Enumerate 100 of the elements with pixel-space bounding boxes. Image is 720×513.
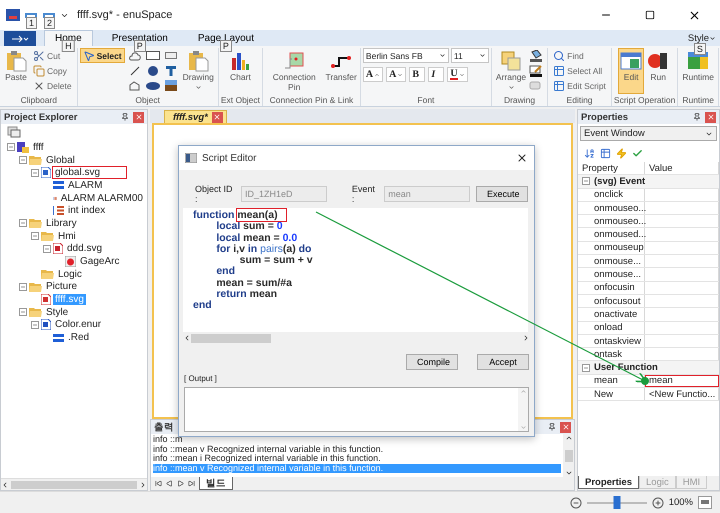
scroll-right-icon[interactable] [139, 480, 147, 488]
tree-item[interactable]: GageArc [78, 256, 122, 268]
style-menu[interactable]: Style [688, 33, 709, 44]
accept-button[interactable]: Accept [477, 354, 529, 370]
polygon-icon[interactable] [129, 80, 140, 90]
grid-icon[interactable] [600, 148, 611, 159]
collapse-toggle[interactable] [19, 219, 27, 228]
scroll-left-icon[interactable] [1, 480, 9, 488]
property-value[interactable]: <New Functio... [645, 388, 719, 400]
tree-item[interactable]: Hmi [56, 230, 78, 242]
scroll-right-icon[interactable] [522, 334, 530, 342]
ribbon-button[interactable]: Paste [3, 48, 29, 94]
format-button[interactable]: A [362, 67, 384, 82]
event-dropdown[interactable]: Event Window [580, 126, 717, 141]
collapse-toggle[interactable] [31, 232, 39, 240]
tree-item[interactable]: int index [66, 205, 108, 216]
first-icon[interactable] [155, 480, 162, 487]
tree-item[interactable]: Picture [44, 281, 80, 292]
app-menu-button[interactable] [4, 31, 36, 46]
collapse-toggle[interactable] [582, 177, 590, 186]
scrollbar-thumb[interactable] [191, 334, 271, 342]
scroll-down-icon[interactable] [564, 469, 572, 477]
last-icon[interactable] [188, 480, 195, 487]
cloud-shape-icon[interactable] [128, 50, 141, 60]
font-size-field[interactable]: 11 [450, 48, 489, 63]
toolbar-icon[interactable] [7, 126, 21, 138]
tree-item[interactable]: Logic [56, 268, 84, 280]
output-line[interactable]: info ::m [153, 435, 561, 444]
output-tab[interactable]: 빌드 [199, 477, 233, 490]
ribbon-button[interactable]: Delete [30, 78, 75, 93]
close-button[interactable] [212, 112, 223, 122]
group-label: Editing [566, 95, 594, 106]
format-button[interactable]: B [409, 67, 426, 82]
ribbon-button[interactable]: Run [645, 48, 672, 94]
line-icon[interactable] [130, 66, 140, 76]
scrollbar-thumb[interactable] [11, 480, 137, 488]
ribbon-button[interactable]: Arrange [494, 48, 528, 94]
collapse-toggle[interactable] [31, 168, 39, 177]
collapse-toggle[interactable] [43, 244, 51, 253]
ribbon-button[interactable]: Edit Script [550, 78, 609, 93]
tree-item[interactable]: Color.enur [53, 319, 104, 330]
font-name-field[interactable]: Berlin Sans FB [362, 48, 449, 63]
zoom-in-icon[interactable] [652, 496, 664, 508]
tree-item[interactable]: ddd.svg [65, 243, 104, 254]
collapse-toggle[interactable] [19, 308, 27, 316]
compile-button[interactable]: Compile [406, 354, 458, 370]
sort-icon[interactable] [584, 148, 595, 159]
tree-item[interactable]: Style [44, 306, 70, 318]
ribbon-button[interactable]: Connection Pin [265, 48, 324, 94]
property-value[interactable]: mean [645, 374, 719, 388]
rectangle-icon[interactable] [146, 51, 160, 60]
pin-icon[interactable] [693, 113, 701, 121]
next-icon[interactable] [177, 480, 184, 487]
tree-item[interactable]: ffff [31, 142, 46, 153]
tree-item[interactable]: global.svg [53, 167, 126, 178]
close-button[interactable] [133, 112, 144, 122]
image-icon[interactable] [164, 80, 177, 91]
code-editor[interactable]: function mean(a) local sum = 0 local mean = 0.0 for i,v in pairs(a) do sum = sum + v end mean = sum/#a return mean end [183, 208, 528, 332]
scrollbar-thumb[interactable] [564, 450, 572, 462]
close-button[interactable] [705, 112, 716, 122]
collapse-toggle[interactable] [7, 143, 15, 152]
format-button[interactable]: I [428, 67, 444, 82]
fit-zoom-icon[interactable] [698, 496, 712, 509]
ribbon-button[interactable]: Select [80, 48, 125, 63]
output-line[interactable]: info ::mean i Recognized internal variable in this function. [153, 454, 561, 464]
ellipse-icon[interactable] [146, 82, 160, 90]
ribbon-button[interactable]: Copy [30, 63, 75, 78]
tree-item[interactable]: Global [44, 154, 77, 166]
collapse-toggle[interactable] [19, 156, 27, 164]
execute-button[interactable]: Execute [476, 186, 528, 202]
output-line[interactable]: info ::mean v Recognized internal variable in this function. [153, 444, 561, 454]
tree-item[interactable]: .Red [66, 332, 92, 344]
zoom-out-icon[interactable] [570, 496, 582, 508]
collapse-toggle[interactable] [582, 364, 590, 372]
lightning-icon[interactable] [616, 148, 627, 159]
tree-item[interactable]: Library [44, 218, 79, 229]
check-icon[interactable] [632, 148, 643, 159]
circle-icon[interactable] [148, 66, 158, 76]
ribbon-button[interactable]: Edit [618, 48, 644, 94]
scroll-up-icon[interactable] [564, 434, 572, 442]
ribbon-button[interactable]: Select All [550, 63, 609, 78]
collapse-toggle[interactable] [31, 320, 39, 329]
format-button[interactable]: U [447, 67, 468, 82]
close-icon[interactable] [516, 152, 528, 164]
tree-item[interactable]: ALARM ALARM00 [58, 192, 145, 204]
previous-icon[interactable] [166, 480, 173, 487]
close-button[interactable] [560, 422, 571, 432]
ribbon-button[interactable]: Drawing [180, 48, 216, 94]
panel-tab[interactable]: Properties [578, 476, 639, 489]
tree-item[interactable]: ALARM [66, 180, 104, 191]
slider-thumb[interactable] [613, 496, 620, 508]
ribbon-button[interactable]: Find [550, 48, 609, 63]
ribbon-button[interactable]: Transfer [324, 48, 358, 94]
text-tool-icon[interactable] [166, 66, 176, 76]
collapse-toggle[interactable] [19, 282, 27, 291]
pin-icon[interactable] [121, 113, 129, 121]
pin-icon[interactable] [548, 423, 556, 431]
button-shape-icon[interactable] [164, 52, 177, 59]
format-button[interactable]: A [386, 67, 406, 82]
scroll-left-icon[interactable] [183, 334, 191, 342]
